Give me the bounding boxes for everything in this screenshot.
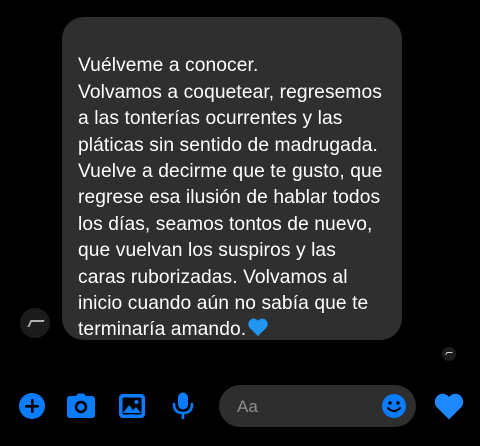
plus-button[interactable] [15,389,49,423]
image-icon [119,394,145,418]
chat-screen: Vuélveme a conocer. Volvamos a coquetear… [0,0,480,446]
avatar-glyph [27,320,45,327]
message-bubble[interactable]: Vuélveme a conocer. Volvamos a coquetear… [62,17,402,340]
emoji-icon [382,394,406,418]
microphone-icon [172,392,194,419]
message-text: Vuélveme a conocer. Volvamos a coquetear… [78,55,383,341]
message-input[interactable] [235,385,379,429]
emoji-button[interactable] [381,393,407,419]
seen-indicator-avatar [442,347,456,361]
seen-indicator-glyph [445,352,453,355]
blue-heart-icon [434,393,464,420]
gallery-button[interactable] [115,389,149,423]
plus-icon [19,393,45,419]
message-composer[interactable] [219,385,416,429]
contact-avatar[interactable] [20,308,50,338]
like-heart-button[interactable] [432,389,466,423]
microphone-button[interactable] [166,389,200,423]
blue-heart-icon [247,317,269,345]
camera-button[interactable] [64,389,98,423]
camera-icon [67,393,95,418]
